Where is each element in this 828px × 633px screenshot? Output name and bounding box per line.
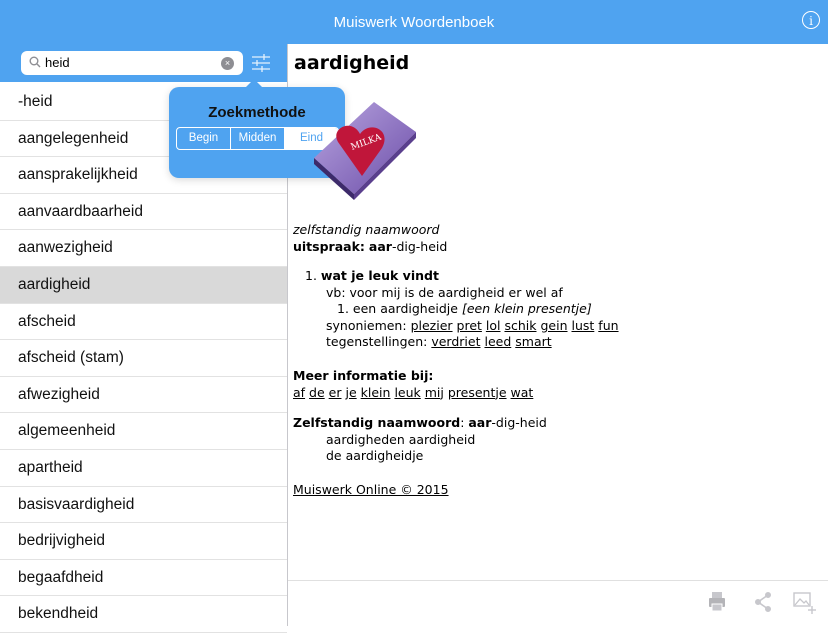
more-info-link[interactable]: wat <box>511 385 534 400</box>
filter-settings-icon[interactable] <box>250 52 272 74</box>
add-image-icon[interactable] <box>793 591 817 615</box>
noun-label: Zelfstandig naamwoord <box>293 415 461 430</box>
list-item[interactable]: basisvaardigheid <box>0 487 287 524</box>
sub-sense-number: 1. <box>337 301 349 316</box>
more-info-link[interactable]: leuk <box>394 385 420 400</box>
list-item[interactable]: aanwezigheid <box>0 230 287 267</box>
sense-number: 1. <box>305 268 317 283</box>
pronunciation-label: uitspraak: <box>293 238 365 254</box>
more-info-link[interactable]: presentje <box>448 385 507 400</box>
synonym-link[interactable]: lust <box>572 318 595 333</box>
synonyms-row: synoniemen: plezier pret lol schik gein … <box>305 318 619 335</box>
title-bar: Muiswerk Woordenboek i <box>0 0 828 44</box>
synonyms-label: synoniemen: <box>326 317 407 333</box>
entry-grammar: zelfstandig naamwoord uitspraak: aar-dig… <box>293 222 447 255</box>
entry-headword: aardigheid <box>294 52 410 74</box>
synonym-link[interactable]: fun <box>598 318 618 333</box>
list-item[interactable]: afscheid (stam) <box>0 340 287 377</box>
synonym-link[interactable]: plezier <box>411 318 453 333</box>
antonyms-label: tegenstellingen: <box>326 334 428 349</box>
search-value[interactable]: heid <box>45 55 70 70</box>
clear-icon[interactable]: × <box>221 57 234 70</box>
word-type: zelfstandig naamwoord <box>293 222 440 237</box>
entry-content: aardigheid MILKA zelfstandig naamwoord u… <box>288 44 828 580</box>
bottom-toolbar <box>288 580 828 627</box>
more-info-title: Meer informatie bij: <box>293 368 434 383</box>
pronunciation-rest: -dig-heid <box>391 238 448 254</box>
more-info-links: af de er je klein leuk mij presentje wat <box>293 385 533 402</box>
copyright-footer: Muiswerk Online © 2015 <box>293 482 449 499</box>
app-title: Muiswerk Woordenboek <box>333 14 495 31</box>
example-text: vb: voor mij is de aardigheid er wel af <box>326 284 563 300</box>
sub-sense-gloss: [een klein presentje] <box>461 301 592 316</box>
popover-arrow <box>245 79 263 88</box>
antonyms-row: tegenstellingen: verdriet leed smart <box>305 334 619 351</box>
noun-stress: aar <box>468 415 492 430</box>
noun-forms: Zelfstandig naamwoord: aar-dig-heid aard… <box>293 415 547 463</box>
sense-1: 1. wat je leuk vindt vb: voor mij is de … <box>305 268 619 351</box>
synonym-link[interactable]: lol <box>486 318 501 333</box>
copyright-link[interactable]: Muiswerk Online © 2015 <box>293 482 449 497</box>
more-info-link[interactable]: je <box>345 385 356 400</box>
noun-forms-line-1: aardigheden aardigheid <box>326 431 476 447</box>
synonym-link[interactable]: schik <box>504 318 536 333</box>
segment-begin[interactable]: Begin <box>177 128 230 149</box>
segment-midden[interactable]: Midden <box>230 128 284 149</box>
info-icon[interactable]: i <box>802 11 820 29</box>
sub-sense-text: een aardigheidje <box>352 301 458 316</box>
synonym-link[interactable]: gein <box>540 318 567 333</box>
more-info-link[interactable]: klein <box>361 385 391 400</box>
list-item[interactable]: bedrijvigheid <box>0 523 287 560</box>
pronunciation-stress: aar <box>368 238 392 254</box>
sense-title: wat je leuk vindt <box>320 268 439 283</box>
more-info-link[interactable]: de <box>309 385 325 400</box>
list-item[interactable]: begaafdheid <box>0 560 287 597</box>
antonym-link[interactable]: smart <box>515 334 551 349</box>
more-info-link[interactable]: mij <box>425 385 444 400</box>
more-info-link[interactable]: er <box>329 385 342 400</box>
synonym-link[interactable]: pret <box>457 318 482 333</box>
list-item[interactable]: bekendheid <box>0 596 287 633</box>
more-info: Meer informatie bij: af de er je klein l… <box>293 368 533 401</box>
search-bar: heid × <box>0 44 287 82</box>
antonym-link[interactable]: leed <box>484 334 511 349</box>
share-icon[interactable] <box>753 591 773 613</box>
list-item[interactable]: aardigheid <box>0 266 287 304</box>
list-item[interactable]: apartheid <box>0 450 287 487</box>
search-input[interactable]: heid × <box>21 51 243 75</box>
entry-image: MILKA <box>314 102 416 200</box>
more-info-link[interactable]: af <box>293 385 305 400</box>
list-item[interactable]: afscheid <box>0 304 287 341</box>
list-item[interactable]: afwezigheid <box>0 377 287 414</box>
noun-rest: -dig-heid <box>491 415 547 430</box>
list-item[interactable]: aanvaardbaarheid <box>0 194 287 231</box>
search-icon <box>29 56 41 68</box>
printer-icon[interactable] <box>708 591 726 613</box>
noun-forms-line-2: de aardigheidje <box>326 448 424 463</box>
list-item[interactable]: algemeenheid <box>0 413 287 450</box>
antonym-link[interactable]: verdriet <box>431 334 480 349</box>
